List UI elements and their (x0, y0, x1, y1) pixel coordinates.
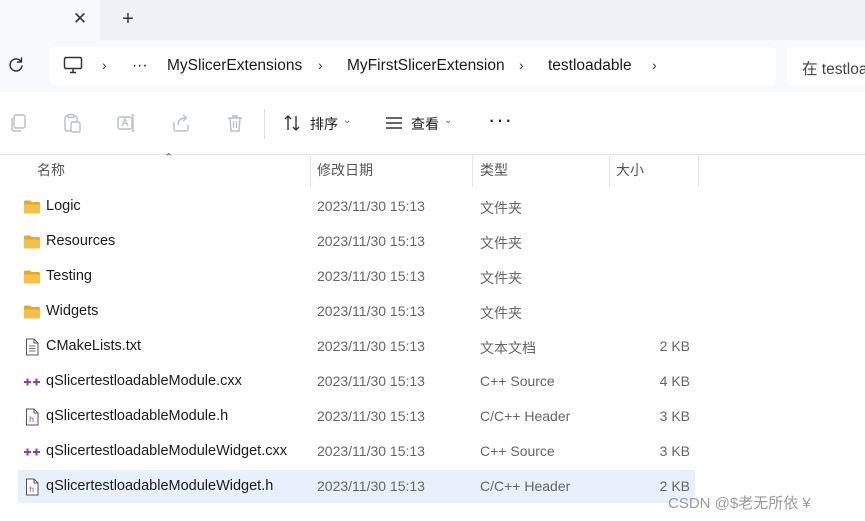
file-row[interactable]: h qSlicertestloadableModuleWidget.h 2023/1… (18, 470, 695, 503)
file-type: 文件夹 (480, 235, 522, 251)
search-placeholder: 在 testloa (802, 61, 865, 78)
column-divider[interactable] (698, 155, 699, 187)
file-size: 2 KB (659, 338, 690, 354)
file-row[interactable]: Resources 2023/11/30 15:13 文件夹 (18, 225, 695, 258)
sort-icon (284, 115, 300, 131)
delete-icon[interactable] (225, 113, 245, 133)
file-row[interactable]: Testing 2023/11/30 15:13 文件夹 (18, 260, 695, 293)
refresh-icon[interactable] (6, 55, 26, 75)
more-options-button[interactable]: ··· (488, 109, 513, 131)
file-type: C/C++ Header (480, 478, 571, 494)
file-name: qSlicertestloadableModuleWidget.h (46, 478, 274, 494)
file-type: 文件夹 (480, 305, 522, 321)
command-bar: 排序 ⌄ 查看 ⌄ ··· (0, 92, 865, 155)
chevron-down-icon: ⌄ (343, 115, 352, 126)
folder-icon (23, 268, 41, 286)
file-date: 2023/11/30 15:13 (317, 443, 425, 459)
cpp-source-icon (23, 443, 41, 461)
folder-icon (23, 303, 41, 321)
column-date[interactable]: 修改日期 (317, 155, 373, 187)
sort-ascending-icon: ⌃ (164, 152, 174, 164)
file-name: qSlicertestloadableModule.cxx (46, 373, 242, 389)
new-tab-button[interactable]: + (117, 8, 139, 30)
close-tab-button[interactable]: ✕ (70, 8, 90, 30)
column-name[interactable]: 名称 (37, 155, 65, 187)
paste-icon[interactable] (62, 113, 82, 133)
folder-icon (23, 198, 41, 216)
view-button[interactable]: 查看 ⌄ (384, 110, 456, 136)
active-tab[interactable]: ✕ (0, 0, 100, 40)
file-type: 文件夹 (480, 270, 522, 286)
sort-label: 排序 (310, 116, 338, 132)
file-date: 2023/11/30 15:13 (317, 338, 425, 354)
share-icon[interactable] (171, 113, 191, 133)
svg-text:h: h (29, 415, 34, 424)
address-bar[interactable]: › ··· MySlicerExtensions › MyFirstSlicer… (50, 47, 776, 85)
file-row[interactable]: qSlicertestloadableModule.cxx 2023/11/30 … (18, 365, 695, 398)
breadcrumb-separator[interactable]: › (519, 57, 524, 73)
breadcrumb-item[interactable]: MySlicerExtensions (167, 57, 302, 75)
file-name: Logic (46, 198, 81, 214)
file-type: C/C++ Header (480, 408, 571, 424)
file-date: 2023/11/30 15:13 (317, 268, 425, 284)
breadcrumb-separator[interactable]: › (102, 57, 107, 73)
toolbar-divider (264, 109, 265, 139)
file-date: 2023/11/30 15:13 (317, 303, 425, 319)
column-header: ⌃ 名称 修改日期 类型 大小 (0, 152, 865, 187)
header-file-icon: h (23, 478, 41, 496)
rename-icon[interactable] (116, 113, 136, 133)
tab-strip: ✕ + (0, 0, 865, 40)
folder-icon (23, 233, 41, 251)
breadcrumb-item[interactable]: testloadable (548, 57, 632, 75)
breadcrumb-separator[interactable]: › (318, 57, 323, 73)
file-date: 2023/11/30 15:13 (317, 478, 425, 494)
sort-button[interactable]: 排序 ⌄ (283, 110, 355, 136)
file-type: C++ Source (480, 443, 555, 459)
this-pc-icon[interactable] (63, 56, 83, 74)
file-size: 3 KB (659, 443, 690, 459)
chevron-down-icon: ⌄ (444, 115, 453, 126)
address-row: › ··· MySlicerExtensions › MyFirstSlicer… (0, 40, 865, 92)
copy-icon[interactable] (8, 113, 28, 133)
file-name: Testing (46, 268, 92, 284)
column-size[interactable]: 大小 (616, 155, 644, 187)
breadcrumb-separator[interactable]: › (652, 57, 657, 73)
file-name: Resources (46, 233, 116, 249)
breadcrumb-overflow[interactable]: ··· (132, 57, 148, 75)
file-name: CMakeLists.txt (46, 338, 142, 354)
text-file-icon (23, 338, 41, 356)
column-divider[interactable] (310, 155, 311, 187)
file-size: 4 KB (659, 373, 690, 389)
file-type: 文本文档 (480, 340, 536, 356)
cpp-source-icon (23, 373, 41, 391)
file-row[interactable]: Logic 2023/11/30 15:13 文件夹 (18, 190, 695, 223)
column-divider[interactable] (609, 155, 610, 187)
file-row[interactable]: qSlicertestloadableModuleWidget.cxx 2023/… (18, 435, 695, 468)
breadcrumb-item[interactable]: MyFirstSlicerExtension (347, 57, 505, 75)
view-label: 查看 (411, 116, 439, 132)
file-name: qSlicertestloadableModuleWidget.cxx (46, 443, 287, 459)
file-row[interactable]: Widgets 2023/11/30 15:13 文件夹 (18, 295, 695, 328)
column-type[interactable]: 类型 (480, 155, 508, 187)
file-size: 3 KB (659, 408, 690, 424)
file-type: 文件夹 (480, 200, 522, 216)
file-name: qSlicertestloadableModule.h (46, 408, 229, 424)
view-icon (386, 117, 402, 129)
file-name: Widgets (46, 303, 99, 319)
file-row[interactable]: h qSlicertestloadableModule.h 2023/11/30 1… (18, 400, 695, 433)
file-row[interactable]: CMakeLists.txt 2023/11/30 15:13 文本文档 2 KB (18, 330, 695, 363)
header-file-icon: h (23, 408, 41, 426)
svg-text:h: h (29, 485, 34, 494)
column-divider[interactable] (472, 155, 473, 187)
watermark: CSDN @$老无所依 ¥ (668, 495, 811, 512)
file-date: 2023/11/30 15:13 (317, 373, 425, 389)
file-type: C++ Source (480, 373, 555, 389)
file-date: 2023/11/30 15:13 (317, 408, 425, 424)
file-date: 2023/11/30 15:13 (317, 198, 425, 214)
file-date: 2023/11/30 15:13 (317, 233, 425, 249)
search-box[interactable]: 在 testloa (787, 47, 865, 85)
